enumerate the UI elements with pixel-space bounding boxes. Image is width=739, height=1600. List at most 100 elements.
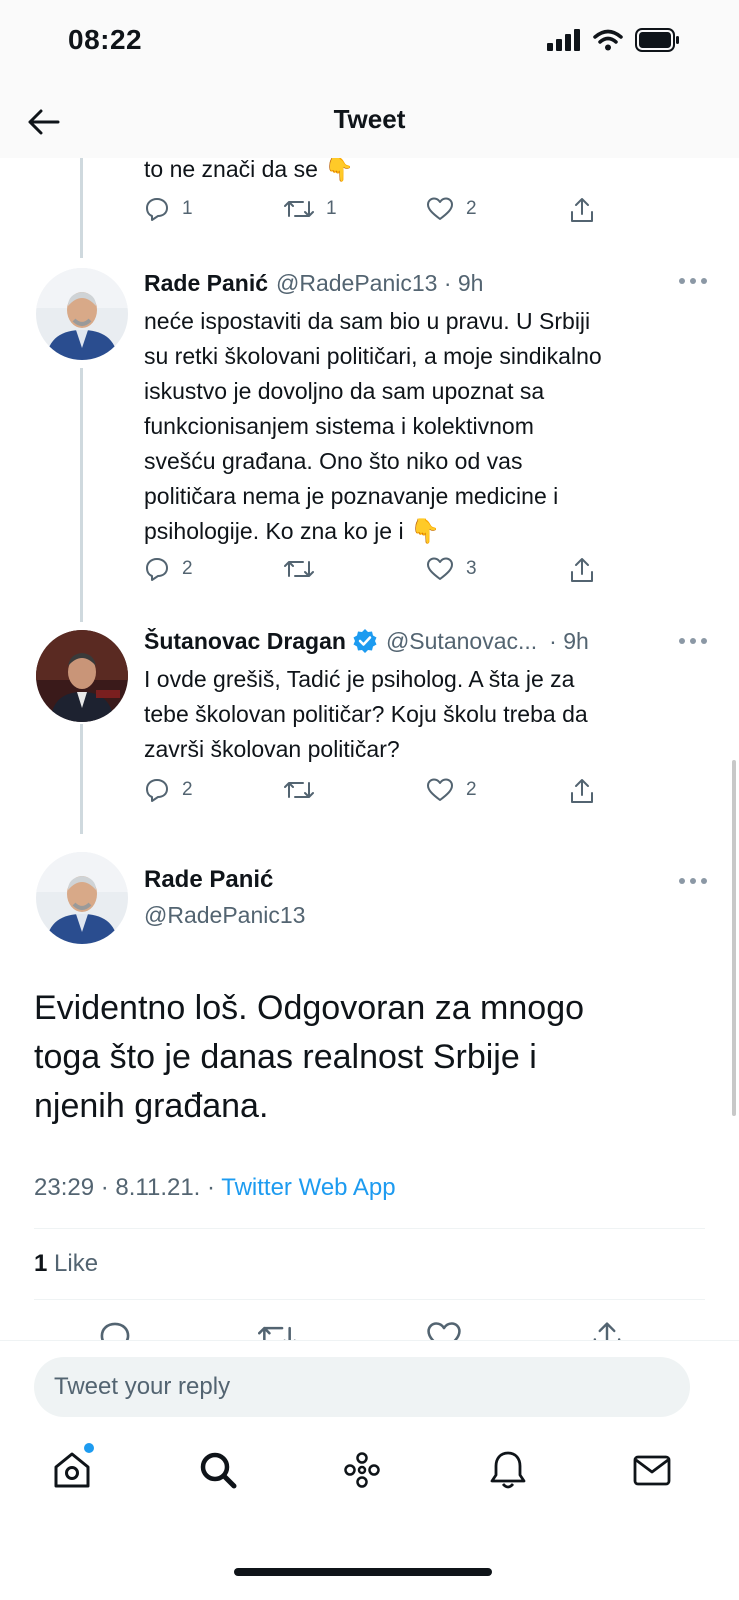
avatar-photo [36, 268, 128, 360]
tweet-text: to ne znači da se 👇 [144, 158, 704, 187]
tweet-actions: 2 2 [144, 777, 604, 811]
tweet-timestamp: 23:29 · 8.11.21. · [34, 1174, 222, 1201]
tweet-time: · 9h [549, 627, 589, 654]
thread-line [80, 368, 83, 622]
pointing-down-emoji: 👇 [409, 518, 440, 545]
like-label: Like [47, 1250, 99, 1277]
tweet-line: iskustvo je dovoljno da sam upoznat sa [144, 378, 545, 404]
tab-messages[interactable] [630, 1448, 678, 1496]
tweet-line: njenih građana. [34, 1087, 269, 1125]
avatar-photo [36, 630, 128, 722]
more-icon[interactable] [677, 276, 709, 286]
retweet-icon [284, 201, 314, 217]
reply-icon [146, 779, 168, 802]
tweet-line: političara nema je poznavanje medicine i [144, 483, 559, 509]
more-icon[interactable] [677, 876, 709, 886]
tweet-line: Evidentno loš. Odgovoran za mnogo [34, 989, 585, 1027]
share-button[interactable] [568, 196, 596, 224]
tab-search[interactable] [196, 1448, 244, 1496]
like-count: 3 [466, 558, 477, 579]
retweet-icon [284, 561, 314, 577]
like-button[interactable]: 2 [426, 777, 477, 803]
reply-icon [146, 558, 168, 581]
tab-notifications[interactable] [486, 1448, 534, 1496]
signal-icon [547, 29, 580, 51]
author-handle: @Sutanovac... [385, 627, 538, 654]
tweet-line: psihologije. Ko zna ko je i [144, 518, 410, 544]
author-name[interactable]: Šutanovac Dragan [144, 628, 346, 655]
tweet-line: toga što je danas realnost Srbije i [34, 1038, 537, 1076]
tab-home[interactable] [50, 1448, 98, 1496]
reply-count: 2 [182, 558, 193, 579]
author-handle: @RadePanic13 · 9h [276, 269, 484, 296]
like-summary[interactable]: 1 Like [34, 1250, 98, 1278]
share-button[interactable] [568, 556, 596, 584]
status-bar: 08:22 [0, 0, 739, 84]
like-total: 1 [34, 1250, 48, 1277]
tweet-thread: to ne znači da se 👇 1 1 2 Rade Panić @Ra… [0, 158, 739, 1364]
tweet-line: tebe školovan političar? Koju školu treb… [144, 701, 588, 727]
reply-button[interactable]: 1 [144, 196, 193, 222]
verified-badge-icon [353, 629, 377, 653]
tweet-line: neće ispostaviti da sam bio u pravu. U S… [144, 308, 591, 334]
share-icon [571, 779, 593, 803]
like-button[interactable]: 2 [426, 196, 477, 222]
reply-button[interactable]: 2 [144, 556, 193, 582]
tab-spaces[interactable] [340, 1448, 388, 1496]
avatar[interactable] [36, 268, 128, 360]
tweet-meta: 23:29 · 8.11.21. · Twitter Web App [34, 1174, 396, 1202]
divider [34, 1228, 705, 1229]
retweet-count: 1 [326, 198, 337, 219]
tweet-line: funkcionisanjem sistema i kolektivnom [144, 413, 534, 439]
retweet-icon [284, 782, 314, 798]
scrollbar[interactable] [732, 760, 736, 1116]
page-title: Tweet [333, 104, 406, 134]
tweet-source-link[interactable]: Twitter Web App [221, 1174, 395, 1201]
reply-count: 1 [182, 198, 193, 219]
share-button[interactable] [568, 777, 596, 805]
retweet-button[interactable] [284, 777, 326, 803]
home-icon [54, 1452, 90, 1488]
search-icon [200, 1452, 237, 1489]
home-indicator[interactable] [234, 1568, 492, 1576]
top-nav: Tweet [0, 84, 739, 158]
main-tweet-text: Evidentno loš. Odgovoran za mnogo toga š… [34, 984, 694, 1131]
tweet-line: su retki školovani političari, a moje si… [144, 343, 602, 369]
tweet-line: svešću građana. Ono što niko od vas [144, 448, 523, 474]
notifications-icon [490, 1451, 526, 1489]
reply-icon [146, 198, 168, 221]
tweet-actions: 1 1 2 [144, 196, 604, 230]
heart-icon [427, 557, 453, 580]
author-handle[interactable]: @RadePanic13 [144, 902, 305, 929]
spaces-icon [344, 1452, 380, 1488]
tweet-line: završi školovan političar? [144, 736, 400, 762]
heart-icon [427, 197, 453, 220]
retweet-button[interactable] [284, 556, 326, 582]
avatar-photo [36, 852, 128, 944]
more-icon[interactable] [677, 636, 709, 646]
tweet-actions: 2 3 [144, 556, 604, 590]
tweet-line: I ovde grešiš, Tadić je psiholog. A šta … [144, 666, 575, 692]
share-icon [571, 558, 593, 582]
reply-composer: Tweet your reply [0, 1340, 739, 1432]
status-icons [547, 28, 681, 52]
reply-input[interactable]: Tweet your reply [34, 1357, 690, 1417]
divider [34, 1299, 705, 1300]
pointing-down-emoji: 👇 [324, 158, 355, 183]
author-name[interactable]: Rade Panić [144, 270, 268, 297]
wifi-icon [593, 29, 623, 51]
reply-button[interactable]: 2 [144, 777, 193, 803]
retweet-button[interactable]: 1 [284, 196, 337, 222]
author-name[interactable]: Rade Panić [144, 866, 273, 894]
status-time: 08:22 [68, 24, 143, 55]
battery-icon [635, 28, 679, 52]
like-button[interactable]: 3 [426, 556, 477, 582]
thread-line [80, 158, 83, 258]
avatar[interactable] [36, 852, 128, 944]
tweet-header: Šutanovac Dragan @Sutanovac... · 9h [144, 624, 589, 658]
messages-icon [633, 1455, 671, 1486]
reply-count: 2 [182, 779, 193, 800]
avatar[interactable] [36, 630, 128, 722]
thread-line [80, 724, 83, 834]
tweet-text: neće ispostaviti da sam bio u pravu. U S… [144, 304, 704, 549]
